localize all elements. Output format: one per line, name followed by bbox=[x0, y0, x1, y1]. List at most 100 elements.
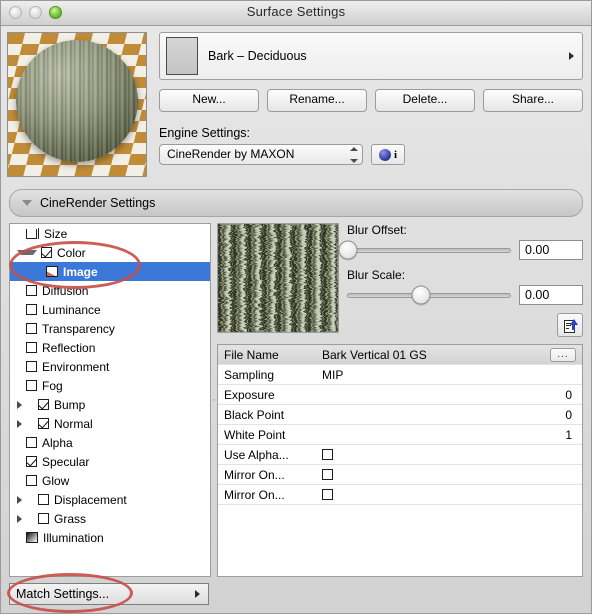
property-value[interactable] bbox=[316, 484, 582, 505]
channel-checkbox[interactable] bbox=[26, 475, 37, 486]
channel-row-fog[interactable]: Fog bbox=[10, 376, 210, 395]
property-value[interactable] bbox=[316, 444, 582, 465]
cinerender-settings-header[interactable]: CineRender Settings bbox=[9, 189, 583, 217]
channel-row-displacement[interactable]: Displacement bbox=[10, 490, 210, 509]
channel-row-grass[interactable]: Grass bbox=[10, 509, 210, 528]
table-row[interactable]: Exposure 0 bbox=[218, 384, 582, 405]
table-row[interactable]: White Point 1 bbox=[218, 424, 582, 445]
table-row[interactable]: Mirror On... bbox=[218, 484, 582, 505]
channel-content: Luminance bbox=[26, 303, 101, 317]
triangle-right-icon[interactable] bbox=[17, 400, 34, 409]
rename-button[interactable]: Rename... bbox=[267, 89, 367, 112]
channel-row-normal[interactable]: Normal bbox=[10, 414, 210, 433]
channel-row-reflection[interactable]: Reflection bbox=[10, 338, 210, 357]
channel-row-image[interactable]: Image bbox=[10, 262, 210, 281]
texture-preview[interactable] bbox=[217, 223, 339, 333]
material-controls: Bark – Deciduous New... Rename... Delete… bbox=[147, 32, 583, 177]
new-button[interactable]: New... bbox=[159, 89, 259, 112]
channel-row-color[interactable]: Color bbox=[10, 243, 210, 262]
channel-checkbox[interactable] bbox=[26, 380, 37, 391]
channel-checkbox[interactable] bbox=[38, 399, 49, 410]
channel-checkbox[interactable] bbox=[26, 323, 37, 334]
blur-offset-value[interactable]: 0.00 bbox=[519, 240, 583, 260]
blur-sliders: Blur Offset: 0.00 Blur Scale: 0.00 bbox=[338, 223, 583, 337]
channel-row-alpha[interactable]: Alpha bbox=[10, 433, 210, 452]
blur-offset-slider[interactable] bbox=[338, 240, 511, 260]
property-value[interactable]: 1 bbox=[316, 424, 582, 445]
triangle-right-icon[interactable] bbox=[17, 514, 34, 523]
property-value[interactable]: MIP bbox=[316, 364, 582, 385]
match-settings-label: Match Settings... bbox=[16, 587, 110, 601]
chevron-right-icon bbox=[569, 52, 574, 60]
channel-row-illumination[interactable]: Illumination bbox=[10, 528, 210, 547]
channel-row-diffusion[interactable]: Diffusion bbox=[10, 281, 210, 300]
table-row[interactable]: Sampling MIP bbox=[218, 364, 582, 385]
channel-list[interactable]: Size Color Image Diffusion Luminance Transpar… bbox=[9, 223, 211, 577]
table-row[interactable]: Use Alpha... bbox=[218, 444, 582, 465]
channel-content: Glow bbox=[26, 474, 69, 488]
blur-scale-value[interactable]: 0.00 bbox=[519, 285, 583, 305]
channel-label: Illumination bbox=[43, 530, 104, 545]
surface-settings-window: Surface Settings Bark – Deciduous New...… bbox=[0, 0, 592, 614]
channel-checkbox[interactable] bbox=[38, 418, 49, 429]
property-key: Use Alpha... bbox=[218, 444, 316, 465]
channel-content: Transparency bbox=[26, 322, 115, 336]
channel-row-transparency[interactable]: Transparency bbox=[10, 319, 210, 338]
table-row[interactable]: File Name Bark Vertical 01 GS... bbox=[218, 345, 582, 365]
channel-label: Grass bbox=[54, 511, 87, 526]
table-row[interactable]: Black Point 0 bbox=[218, 404, 582, 425]
channel-content: Alpha bbox=[26, 436, 73, 450]
triangle-right-icon[interactable] bbox=[17, 495, 34, 504]
channel-checkbox[interactable] bbox=[26, 342, 37, 353]
channel-label: Glow bbox=[42, 473, 70, 488]
match-settings-button[interactable]: Match Settings... bbox=[9, 583, 209, 605]
table-row[interactable]: Mirror On... bbox=[218, 464, 582, 485]
channel-checkbox[interactable] bbox=[26, 285, 37, 296]
channel-checkbox[interactable] bbox=[38, 513, 49, 524]
triangle-down-icon[interactable] bbox=[17, 250, 37, 255]
property-value[interactable]: 0 bbox=[316, 404, 582, 425]
channel-content: Environment bbox=[26, 360, 109, 374]
property-key: Mirror On... bbox=[218, 464, 316, 485]
channel-checkbox[interactable] bbox=[26, 361, 37, 372]
channel-content: Displacement bbox=[38, 493, 127, 507]
load-texture-button[interactable] bbox=[557, 313, 583, 337]
channel-row-bump[interactable]: Bump bbox=[10, 395, 210, 414]
channel-checkbox[interactable] bbox=[26, 437, 37, 448]
channel-row-specular[interactable]: Specular bbox=[10, 452, 210, 471]
info-icon: i bbox=[393, 148, 398, 161]
property-checkbox[interactable] bbox=[322, 468, 333, 480]
channel-checkbox[interactable] bbox=[26, 456, 37, 467]
property-value[interactable] bbox=[316, 464, 582, 485]
triangle-right-icon[interactable] bbox=[17, 419, 34, 428]
channel-checkbox[interactable] bbox=[26, 304, 37, 315]
blur-scale-knob[interactable] bbox=[411, 285, 431, 305]
channel-checkbox[interactable] bbox=[38, 494, 49, 505]
blur-offset-label: Blur Offset: bbox=[347, 223, 407, 237]
channel-row-size[interactable]: Size bbox=[10, 224, 210, 243]
engine-select[interactable]: CineRender by MAXON bbox=[159, 144, 363, 165]
property-checkbox[interactable] bbox=[322, 488, 333, 500]
delete-button[interactable]: Delete... bbox=[375, 89, 475, 112]
property-value[interactable]: Bark Vertical 01 GS... bbox=[316, 345, 582, 365]
channel-row-environment[interactable]: Environment bbox=[10, 357, 210, 376]
engine-info-button[interactable]: i bbox=[371, 144, 405, 165]
channel-content: Size bbox=[26, 227, 67, 241]
blur-scale-slider[interactable] bbox=[347, 285, 511, 305]
property-value[interactable]: 0 bbox=[316, 384, 582, 405]
channel-row-glow[interactable]: Glow bbox=[10, 471, 210, 490]
share-button[interactable]: Share... bbox=[483, 89, 583, 112]
blur-offset-knob[interactable] bbox=[338, 240, 358, 260]
browse-file-button[interactable]: ... bbox=[550, 347, 576, 362]
channel-checkbox[interactable] bbox=[41, 247, 52, 258]
channel-row-luminance[interactable]: Luminance bbox=[10, 300, 210, 319]
blur-scale-row: 0.00 bbox=[347, 285, 583, 305]
channel-content: Fog bbox=[26, 379, 63, 393]
size-icon bbox=[26, 228, 39, 239]
material-selector[interactable]: Bark – Deciduous bbox=[159, 32, 583, 80]
property-checkbox[interactable] bbox=[322, 448, 333, 460]
channel-label: Diffusion bbox=[42, 283, 89, 298]
